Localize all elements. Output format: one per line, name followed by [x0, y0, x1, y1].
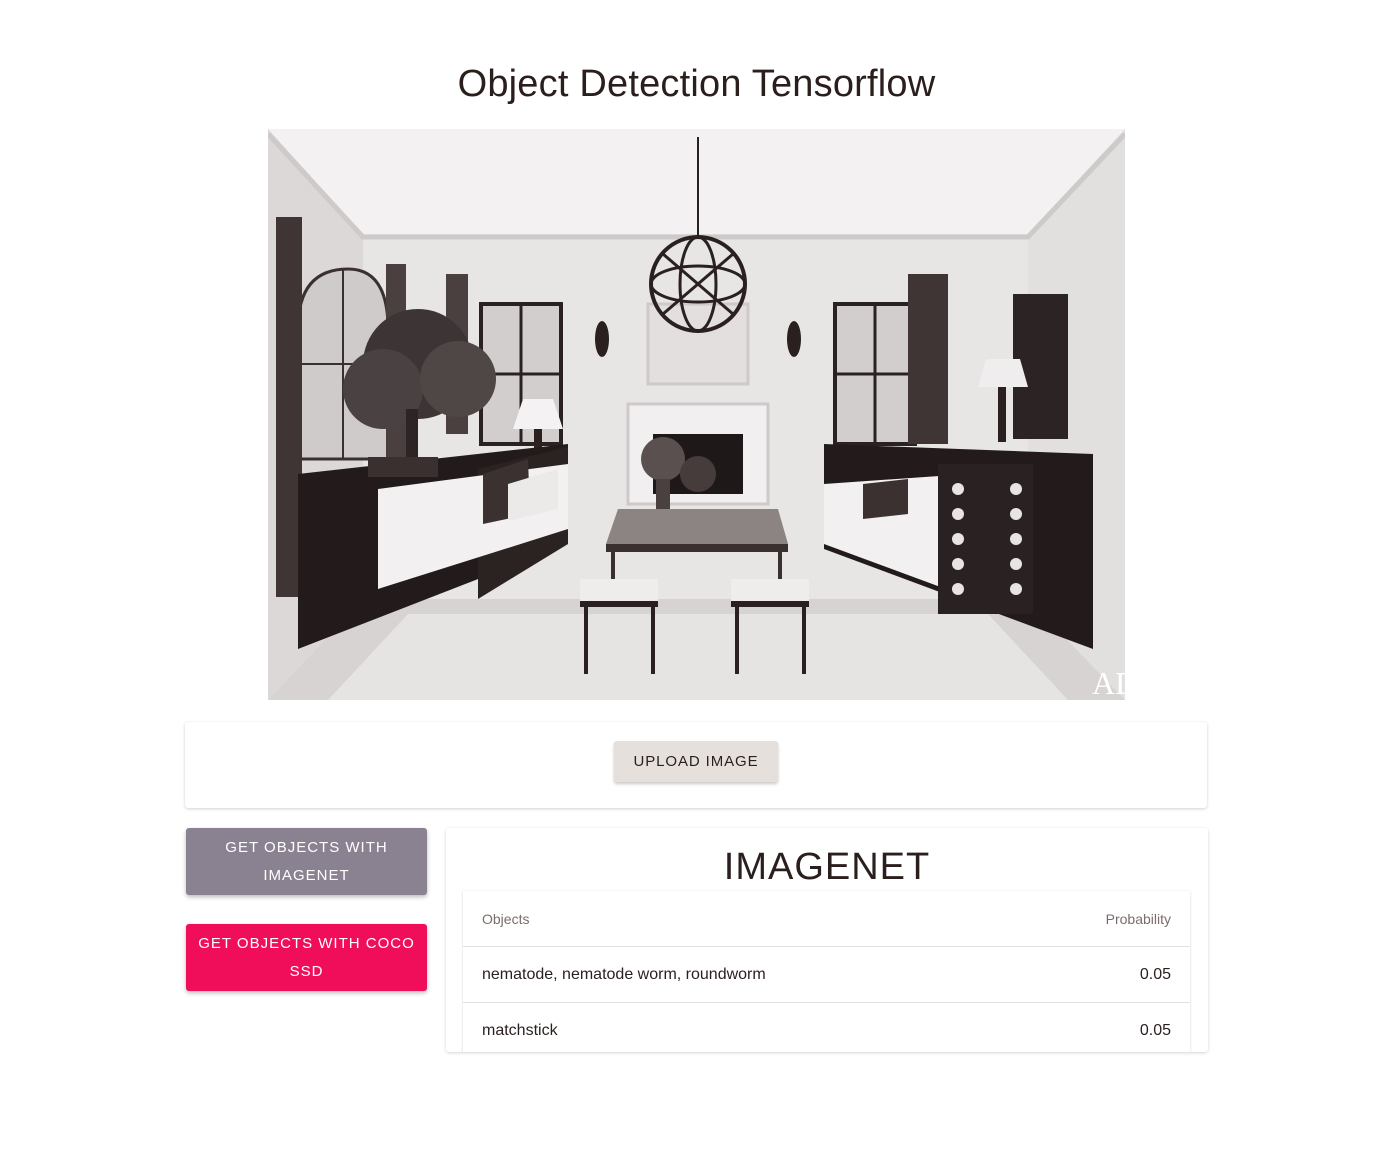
- probability-cell: 0.05: [1013, 1002, 1190, 1052]
- results-table-container[interactable]: Objects Probability nematode, nematode w…: [463, 891, 1190, 1052]
- column-header-probability: Probability: [1013, 891, 1190, 947]
- image-watermark: AD: [1092, 665, 1125, 700]
- results-panel: IMAGENET Objects Probability nematode, n…: [446, 828, 1208, 1052]
- object-name-cell: matchstick: [463, 1002, 1014, 1052]
- uploaded-image: AD: [268, 129, 1125, 700]
- upload-panel: UPLOAD IMAGE: [185, 722, 1207, 808]
- results-table: Objects Probability nematode, nematode w…: [463, 891, 1190, 1052]
- table-header-row: Objects Probability: [463, 891, 1190, 947]
- get-objects-coco-ssd-button[interactable]: GET OBJECTS WITH COCO SSD: [186, 924, 427, 991]
- table-row: matchstick 0.05: [463, 1002, 1190, 1052]
- page-title: Object Detection Tensorflow: [457, 63, 936, 106]
- probability-cell: 0.05: [1013, 946, 1190, 1003]
- object-name-cell: nematode, nematode worm, roundworm: [463, 946, 1014, 1003]
- column-header-objects: Objects: [463, 891, 1014, 947]
- results-heading: IMAGENET: [723, 846, 931, 888]
- upload-image-button[interactable]: UPLOAD IMAGE: [614, 741, 778, 782]
- table-row: nematode, nematode worm, roundworm 0.05: [463, 946, 1190, 1003]
- page: Object Detection Tensorflow A UPLOAD IMA…: [0, 0, 1400, 1163]
- get-objects-imagenet-button[interactable]: GET OBJECTS WITH IMAGENET: [186, 828, 427, 895]
